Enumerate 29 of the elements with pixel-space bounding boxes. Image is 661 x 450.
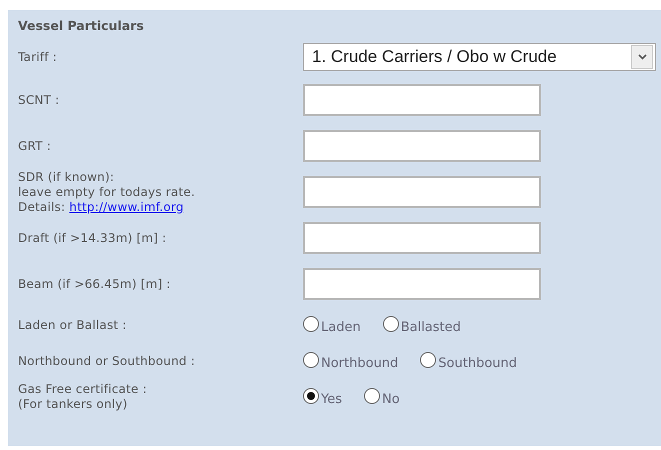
input-field[interactable] (303, 268, 541, 300)
radio-button[interactable] (303, 388, 319, 404)
radio-button[interactable] (382, 316, 399, 332)
radio-button[interactable] (303, 316, 319, 332)
option-label: Southbound (438, 356, 518, 370)
section-title: Vessel Particulars (18, 18, 145, 33)
input-field[interactable] (303, 84, 541, 116)
option-label: Yes (321, 392, 342, 406)
field-label: GRT : (18, 138, 52, 154)
field-label: Gas Free certificate : (For tankers only) (18, 382, 148, 412)
radio-button[interactable] (420, 352, 436, 368)
input-field[interactable] (303, 222, 541, 254)
input-field[interactable] (303, 176, 541, 208)
option-label: Ballasted (400, 320, 461, 334)
field-label: SDR (if known): leave empty for todays rate. Details: http://www.imf.org (18, 170, 196, 214)
field-label: SCNT : (18, 92, 60, 108)
field-label: Northbound or Southbound : (18, 354, 196, 368)
field-label: Tariff : (18, 50, 58, 64)
field-label: Beam (if >66.45m) [m] : (18, 276, 172, 292)
tariff-dropdown[interactable]: 1. Crude Carriers / Obo w Crude (303, 43, 656, 71)
radio-button[interactable] (303, 352, 319, 368)
field-label: Laden or Ballast : (18, 318, 128, 332)
option-label: Laden (321, 320, 361, 334)
field-label: Draft (if >14.33m) [m] : (18, 230, 168, 246)
option-label: No (382, 392, 400, 406)
input-field[interactable] (303, 130, 541, 162)
imf-link[interactable]: http://www.imf.org (69, 200, 184, 214)
radio-button[interactable] (364, 388, 380, 404)
option-label: Northbound (321, 356, 398, 370)
